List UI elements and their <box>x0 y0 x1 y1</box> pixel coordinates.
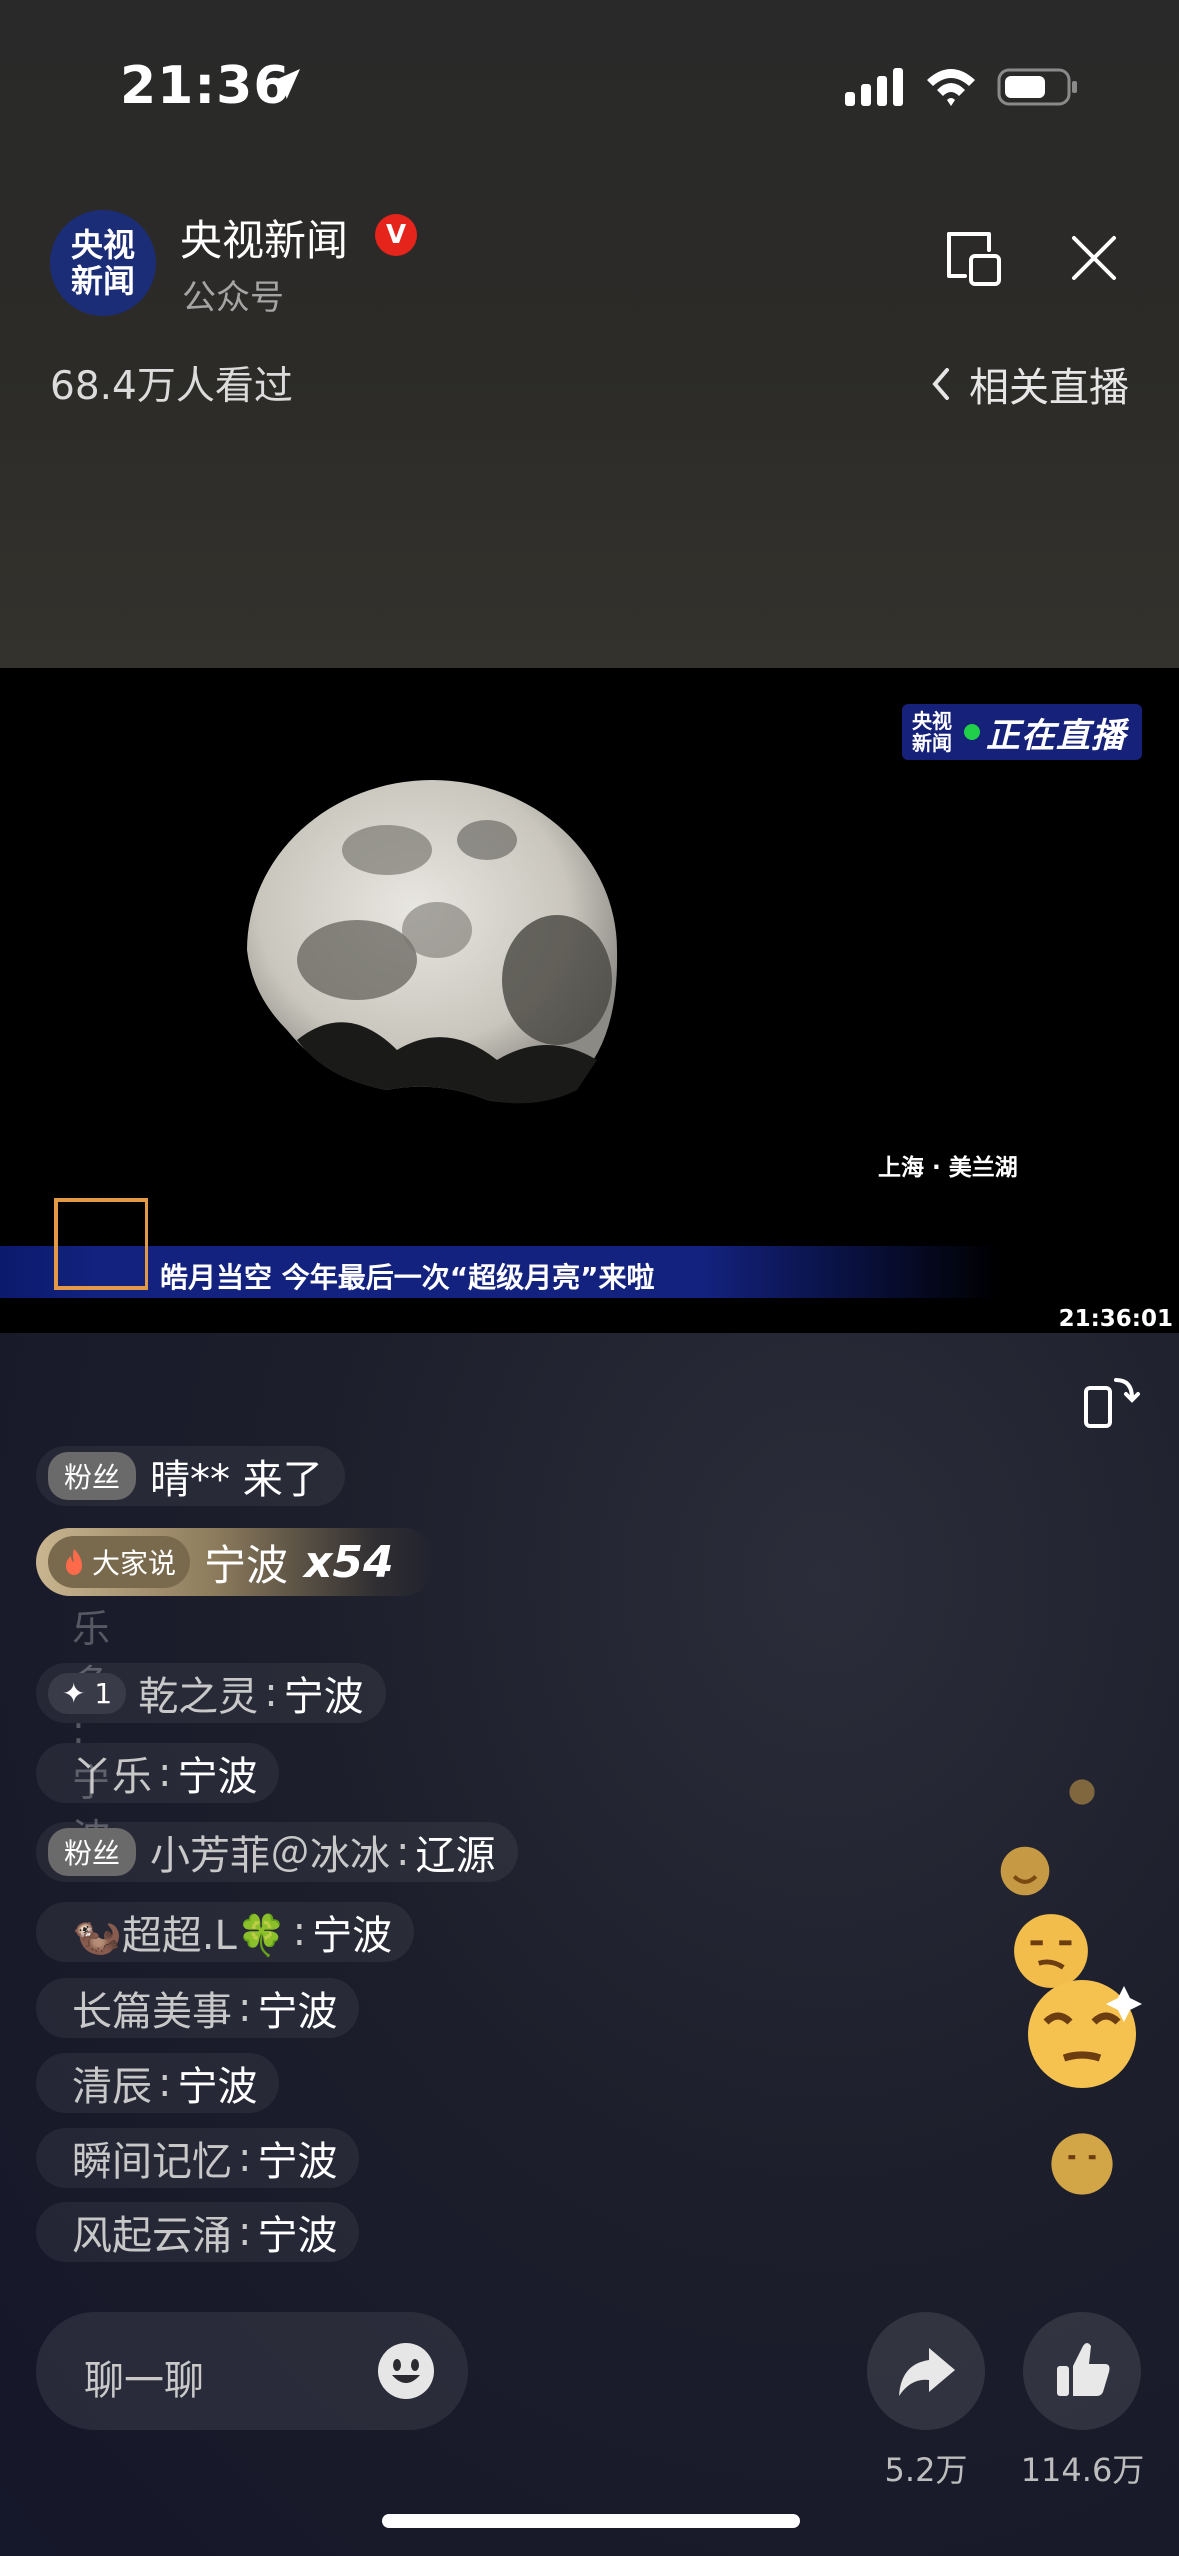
location-arrow-icon <box>270 69 300 99</box>
live-badge-logo-line1: 央视 <box>912 709 952 733</box>
live-badge: 央视 新闻 正在直播 <box>902 704 1142 760</box>
floating-emoji-icon <box>1051 2133 1113 2195</box>
headline-frame-decoration <box>54 1198 148 1290</box>
chat-message[interactable]: 丫乐 : 宁波 <box>36 1743 280 1803</box>
floating-emoji-icon <box>1069 1779 1095 1805</box>
chat-separator: : <box>238 2135 252 2181</box>
share-button[interactable] <box>867 2312 985 2430</box>
live-badge-logo-line2: 新闻 <box>912 731 952 755</box>
chat-message[interactable]: 长篇美事 : 宁波 <box>36 1978 360 2038</box>
location-caption: 上海 · 美兰湖 <box>878 1155 1018 1181</box>
share-arrow-icon <box>899 2348 955 2396</box>
entry-notice: 粉丝 晴** 来了 <box>36 1446 345 1506</box>
live-badge-logo: 央视 新闻 <box>902 710 962 754</box>
view-count: 68.4万人看过 <box>50 364 293 409</box>
share-count: 5.2万 <box>884 2451 968 2489</box>
fan-badge: 粉丝 <box>48 1828 137 1876</box>
live-dot-icon <box>964 724 980 740</box>
home-indicator[interactable] <box>382 2514 800 2528</box>
trending-count: x54 <box>304 1536 394 1588</box>
chat-username: 长篇美事 <box>72 1989 232 2035</box>
channel-avatar[interactable]: 央视 新闻 <box>50 210 156 316</box>
verified-badge-icon: V <box>375 214 417 256</box>
emoji-smile-icon[interactable] <box>376 2341 436 2401</box>
chat-input[interactable]: 聊一聊 <box>36 2312 468 2430</box>
related-live-link[interactable]: 相关直播 <box>929 355 1129 413</box>
live-badge-text: 正在直播 <box>986 715 1126 756</box>
chat-separator: : <box>158 1750 172 1796</box>
floating-emoji-icon <box>1000 1846 1050 1896</box>
chat-separator: : <box>396 1829 410 1875</box>
like-count: 114.6万 <box>1020 2451 1145 2489</box>
chat-message[interactable]: 瞬间记忆 : 宁波 <box>36 2128 360 2188</box>
chat-username: 🦦超超.L🍀 <box>72 1913 287 1959</box>
avatar-text-line1: 央视 <box>70 226 135 264</box>
video-clock: 21:36:01 <box>1058 1306 1173 1332</box>
chat-username: 瞬间记忆 <box>72 2139 232 2185</box>
flame-icon <box>66 1549 82 1575</box>
fan-badge: 粉丝 <box>48 1452 137 1500</box>
chat-text: 宁波 <box>283 1674 364 1720</box>
status-bar: 21:36 <box>0 0 1179 150</box>
chat-text: 宁波 <box>312 1913 393 1959</box>
rotate-screen-icon[interactable] <box>1080 1370 1142 1432</box>
chat-message[interactable]: 风起云涌 : 宁波 <box>36 2202 360 2262</box>
chat-text: 宁波 <box>177 2064 258 2110</box>
related-live-label: 相关直播 <box>969 365 1129 411</box>
floating-emoji-icon <box>1028 1980 1142 2088</box>
chat-username: 乾之灵 <box>138 1674 259 1720</box>
chat-message[interactable]: 粉丝 小芳菲＠冰冰 : 辽源 <box>36 1822 518 1882</box>
live-video-player[interactable]: 央视 新闻 正在直播 上海 · 美兰湖 皓月当空 今年最后一次“超级月亮”来啦 … <box>0 668 1179 1333</box>
avatar-text-line2: 新闻 <box>70 262 135 300</box>
cellular-signal-icon <box>845 68 903 106</box>
close-icon[interactable] <box>1068 232 1120 284</box>
entry-text: 晴** 来了 <box>150 1457 323 1503</box>
chevron-left-icon <box>932 368 949 400</box>
picture-in-picture-icon[interactable] <box>945 230 1003 288</box>
chat-input-placeholder: 聊一聊 <box>84 2358 204 2404</box>
header-area: 21:36 央视 新闻 央视新闻 V 公众号 68.4万人看过 相关直播 <box>0 0 1179 668</box>
thumbs-up-icon <box>1057 2343 1110 2396</box>
moon-image <box>247 780 618 1104</box>
level-badge: ✦ 1 <box>48 1672 127 1714</box>
chat-message[interactable]: 🦦超超.L🍀 : 宁波 <box>36 1902 415 1962</box>
chat-text: 宁波 <box>177 1754 258 1800</box>
chat-text: 宁波 <box>257 2139 338 2185</box>
trending-tag: 大家说 <box>48 1536 191 1588</box>
wifi-icon <box>927 69 975 106</box>
channel-name[interactable]: 央视新闻 <box>180 207 348 268</box>
chat-text: 宁波 <box>257 2213 338 2259</box>
trending-message-text: 宁波 <box>204 1540 289 1590</box>
channel-type-label: 公众号 <box>182 278 284 318</box>
trending-tag-label: 大家说 <box>92 1547 177 1580</box>
chat-username: 清辰 <box>72 2064 152 2110</box>
chat-username: 丫乐 <box>72 1754 152 1800</box>
chat-separator: : <box>158 2060 172 2106</box>
chat-username: 风起云涌 <box>72 2213 232 2259</box>
chat-separator: : <box>292 1909 307 1955</box>
chat-text: 宁波 <box>257 1989 338 2035</box>
chat-message[interactable]: 清辰 : 宁波 <box>36 2053 280 2113</box>
like-button[interactable] <box>1023 2312 1141 2430</box>
video-headline: 皓月当空 今年最后一次“超级月亮”来啦 <box>160 1261 655 1294</box>
chat-separator: : <box>264 1670 278 1716</box>
chat-text: 辽源 <box>415 1833 496 1879</box>
chat-message[interactable]: ✦ 1 乾之灵 : 宁波 <box>36 1663 386 1723</box>
chat-separator: : <box>238 1985 252 2031</box>
battery-icon <box>997 68 1077 106</box>
chat-username: 小芳菲＠冰冰 <box>150 1833 391 1879</box>
trending-message[interactable]: 大家说 宁波 x54 <box>36 1528 436 1596</box>
chat-separator: : <box>238 2209 252 2255</box>
